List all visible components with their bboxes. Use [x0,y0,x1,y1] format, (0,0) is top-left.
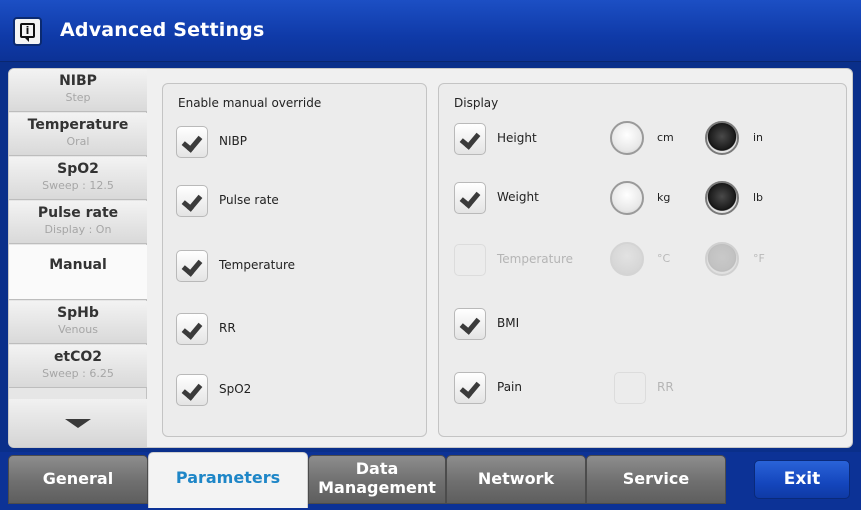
sidebar-item-sphb[interactable]: SpHb Venous [9,301,147,344]
sidebar-item-sub: Display : On [44,223,112,236]
sidebar-item-sub: Sweep : 12.5 [42,179,114,192]
sidebar-item-sub: Venous [58,323,98,336]
checkbox-label: BMI [497,316,520,330]
checkmark-icon [181,318,203,340]
sidebar-item-etco2[interactable]: etCO2 Sweep : 6.25 [9,345,147,388]
rr-checkbox[interactable] [176,313,208,345]
nibp-checkbox[interactable] [176,126,208,158]
sidebar-item-sub: Step [65,91,91,104]
tab-label-line1: Data [355,459,399,478]
tab-label: Service [622,469,690,488]
checkbox-label: Weight [497,190,539,204]
info-icon[interactable]: i [13,17,42,46]
sidebar-item-spo2[interactable]: SpO2 Sweep : 12.5 [9,157,147,200]
tab-label-line2: Management [318,478,436,497]
unit-label-in: in [753,131,764,144]
sidebar-item-pulse-rate[interactable]: Pulse rate Display : On [9,201,147,244]
sidebar-scroll-down-button[interactable] [9,399,147,447]
page-title: Advanced Settings [60,19,265,41]
title-bar: i Advanced Settings [0,0,861,62]
panel-title: Display [454,96,499,110]
sidebar-item-label: Pulse rate [37,205,119,221]
panel-title: Enable manual override [178,96,322,110]
sidebar-item-sub: Oral [66,135,90,148]
checkmark-icon [459,313,481,335]
unit-label-celsius: °C [657,252,671,265]
sidebar-item-label: NIBP [59,73,97,89]
sidebar-item-label: etCO2 [53,349,103,365]
unit-label-kg: kg [657,191,671,204]
manual-override-panel: Enable manual override NIBP Pulse rate T… [162,83,427,437]
tab-data-management[interactable]: Data Management [308,455,446,504]
weight-kg-radio[interactable] [610,181,644,215]
sidebar-item-sub: Sweep : 6.25 [42,367,114,380]
checkmark-icon [459,377,481,399]
height-in-radio[interactable] [705,121,739,155]
checkmark-icon [181,255,203,277]
unit-label-lb: lb [753,191,764,204]
settings-frame: NIBP Step Temperature Oral SpO2 Sweep : … [8,68,853,448]
sidebar-item-temperature[interactable]: Temperature Oral [9,113,147,156]
checkbox-label: RR [657,380,674,394]
parameter-sidebar: NIBP Step Temperature Oral SpO2 Sweep : … [9,69,147,447]
tab-network[interactable]: Network [446,455,586,504]
sidebar-item-label: SpHb [57,305,99,321]
tab-label: General [42,469,114,488]
checkbox-label: SpO2 [219,382,252,396]
chevron-down-icon [65,419,91,428]
temperature-checkbox[interactable] [176,250,208,282]
checkmark-icon [459,187,481,209]
unit-label-cm: cm [657,131,674,144]
checkmark-icon [181,379,203,401]
sidebar-item-label: SpO2 [57,161,99,177]
height-cm-radio[interactable] [610,121,644,155]
temperature-display-checkbox[interactable] [454,244,486,276]
checkbox-label: Height [497,131,537,145]
weight-checkbox[interactable] [454,182,486,214]
tab-parameters[interactable]: Parameters [148,452,308,508]
checkbox-label: Pain [497,380,522,394]
checkbox-label: Pulse rate [219,193,279,207]
checkbox-label: RR [219,321,236,335]
weight-lb-radio[interactable] [705,181,739,215]
sidebar-item-label: Temperature [27,117,129,133]
unit-label-fahrenheit: °F [753,252,765,265]
checkbox-label: NIBP [219,134,247,148]
checkmark-icon [181,190,203,212]
sidebar-item-nibp[interactable]: NIBP Step [9,69,147,112]
pain-checkbox[interactable] [454,372,486,404]
spo2-checkbox[interactable] [176,374,208,406]
bottom-tab-bar: General Parameters Data Management Netwo… [0,452,861,510]
tab-label: Parameters [175,468,281,487]
checkbox-label: Temperature [219,258,296,272]
tab-general[interactable]: General [8,455,148,504]
bmi-checkbox[interactable] [454,308,486,340]
tab-label: Network [477,469,555,488]
temperature-celsius-radio[interactable] [610,242,644,276]
display-panel: Display Height cm in Weight kg lb Temper… [438,83,847,437]
tab-service[interactable]: Service [586,455,726,504]
height-checkbox[interactable] [454,123,486,155]
temperature-fahrenheit-radio[interactable] [705,242,739,276]
checkmark-icon [181,131,203,153]
rr-display-checkbox[interactable] [614,372,646,404]
exit-button[interactable]: Exit [754,460,850,499]
checkbox-label: Temperature [497,252,574,266]
pulse-rate-checkbox[interactable] [176,185,208,217]
sidebar-item-manual[interactable]: Manual [9,245,147,300]
sidebar-item-label: Manual [49,257,107,273]
checkmark-icon [459,128,481,150]
